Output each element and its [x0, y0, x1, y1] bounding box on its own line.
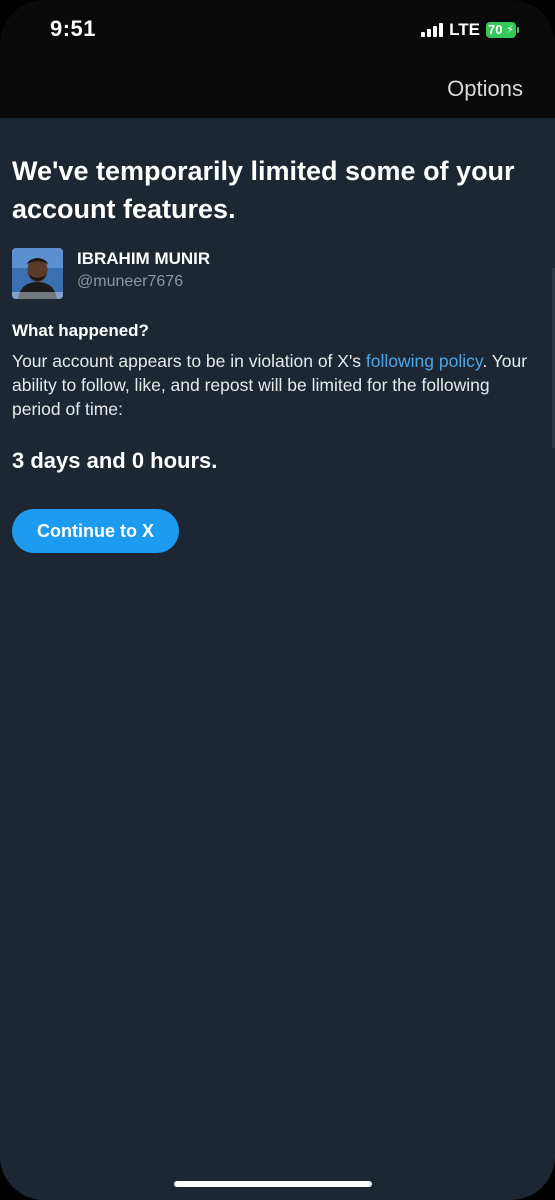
profile-text: IBRAHIM MUNIR @muneer7676	[77, 248, 210, 294]
page-title: We've temporarily limited some of your a…	[12, 156, 515, 224]
main-content: We've temporarily limited some of your a…	[0, 118, 555, 1200]
section-heading: What happened?	[12, 321, 149, 340]
following-policy-link[interactable]: following policy	[366, 351, 482, 371]
status-indicators: LTE 70 ⚡	[421, 20, 519, 40]
profile-block: IBRAHIM MUNIR @muneer7676	[12, 248, 210, 299]
avatar-image	[12, 248, 63, 299]
options-button[interactable]: Options	[447, 76, 523, 102]
status-bar: 9:51 LTE 70 ⚡	[0, 0, 555, 62]
profile-name: IBRAHIM MUNIR	[77, 249, 211, 268]
status-time: 9:51	[50, 16, 97, 41]
profile-handle: @muneer7676	[77, 273, 184, 290]
limit-duration: 3 days and 0 hours.	[12, 448, 218, 473]
network-type: LTE	[449, 20, 480, 39]
signal-icon	[421, 23, 444, 37]
message-text: Your account appears to be in violation …	[12, 351, 366, 371]
battery-icon: 70 ⚡	[486, 22, 516, 38]
charging-bolt-icon: ⚡	[506, 24, 514, 36]
violation-message: Your account appears to be in violation …	[12, 349, 542, 421]
avatar	[12, 248, 63, 299]
phone-screen: 9:51 LTE 70 ⚡ Options We've temporarily …	[0, 0, 555, 1200]
home-indicator[interactable]	[174, 1181, 372, 1187]
battery-tip	[517, 27, 519, 33]
battery-level: 70	[488, 22, 503, 37]
top-nav: Options	[0, 62, 555, 118]
continue-button[interactable]: Continue to X	[12, 509, 179, 553]
